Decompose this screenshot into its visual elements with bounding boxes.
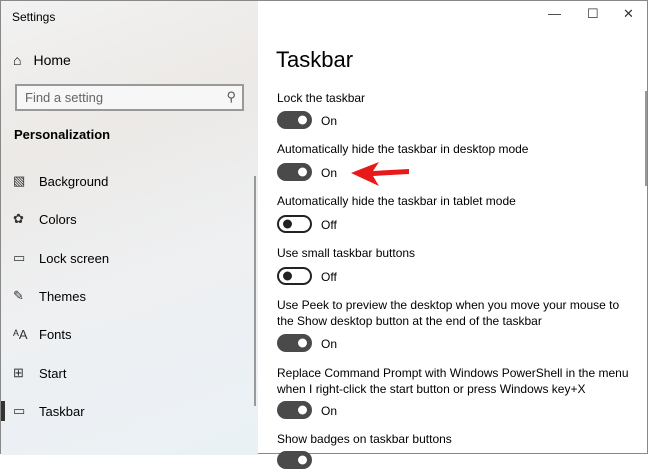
toggle-state: On: [321, 404, 338, 418]
sidebar-item-background[interactable]: ▧ Background: [1, 166, 251, 196]
toggle-state: On: [321, 337, 338, 351]
nav-label: Themes: [39, 288, 86, 304]
red-arrow-annotation: [351, 162, 409, 186]
fonts-icon: ᴬA: [13, 326, 28, 342]
home-link[interactable]: ⌂ Home: [13, 52, 71, 68]
page-title: Taskbar: [276, 47, 354, 72]
autohide-desktop-toggle[interactable]: [277, 163, 312, 181]
toggle-state: Off: [321, 270, 337, 284]
search-input[interactable]: Find a setting ⚲: [15, 84, 244, 111]
sidebar: Settings ⌂ Home Find a setting ⚲ Persona…: [1, 1, 258, 455]
image-icon: ▧: [13, 173, 26, 188]
themes-icon: ✎: [13, 288, 24, 303]
lock-screen-icon: ▭: [13, 250, 26, 265]
sidebar-scrollbar[interactable]: [254, 176, 256, 406]
nav-label: Taskbar: [39, 403, 85, 419]
minimize-button[interactable]: —: [548, 6, 561, 21]
setting-label: Replace Command Prompt with Windows Powe…: [277, 366, 629, 396]
main-pane: — ☐ ✕ Taskbar Lock the taskbar On Automa…: [258, 1, 647, 469]
setting-label: Use Peek to preview the desktop when you…: [277, 298, 620, 328]
app-title: Settings: [12, 10, 56, 24]
sidebar-item-colors[interactable]: ✿ Colors: [1, 204, 251, 234]
home-label: Home: [33, 52, 71, 68]
toggle-state: On: [321, 166, 338, 180]
small-buttons-toggle[interactable]: [277, 267, 312, 285]
nav-label: Start: [39, 365, 67, 381]
autohide-tablet-toggle[interactable]: [277, 215, 312, 233]
taskbar-icon: ▭: [13, 403, 26, 418]
sidebar-item-fonts[interactable]: ᴬA Fonts: [1, 319, 251, 349]
setting-label: Show badges on taskbar buttons: [277, 432, 452, 446]
settings-window: Settings ⌂ Home Find a setting ⚲ Persona…: [0, 0, 648, 469]
sidebar-item-lock-screen[interactable]: ▭ Lock screen: [1, 243, 251, 273]
close-button[interactable]: ✕: [623, 6, 634, 22]
toggle-state: Off: [321, 218, 337, 232]
setting-label: Lock the taskbar: [277, 91, 366, 105]
powershell-toggle[interactable]: [277, 401, 312, 419]
search-icon[interactable]: ⚲: [226, 89, 236, 105]
setting-label: Use small taskbar buttons: [277, 246, 416, 260]
sidebar-item-taskbar[interactable]: ▭ Taskbar: [1, 396, 251, 426]
section-heading: Personalization: [14, 127, 111, 142]
nav-label: Lock screen: [39, 250, 110, 266]
lock-taskbar-toggle[interactable]: [277, 111, 312, 129]
home-icon: ⌂: [13, 52, 22, 68]
palette-icon: ✿: [13, 211, 24, 226]
sidebar-item-themes[interactable]: ✎ Themes: [1, 281, 251, 311]
setting-label: Automatically hide the taskbar in deskto…: [277, 142, 529, 156]
toggle-state: On: [321, 114, 338, 128]
maximize-button[interactable]: ☐: [587, 6, 599, 22]
nav-label: Fonts: [39, 326, 72, 342]
sidebar-item-start[interactable]: ⊞ Start: [1, 358, 251, 388]
main-scrollbar[interactable]: [645, 91, 647, 186]
peek-toggle[interactable]: [277, 334, 312, 352]
nav-label: Background: [39, 173, 109, 189]
search-placeholder: Find a setting: [25, 90, 104, 105]
setting-label: Automatically hide the taskbar in tablet…: [277, 194, 516, 208]
start-icon: ⊞: [13, 365, 24, 380]
nav-label: Colors: [39, 211, 77, 227]
